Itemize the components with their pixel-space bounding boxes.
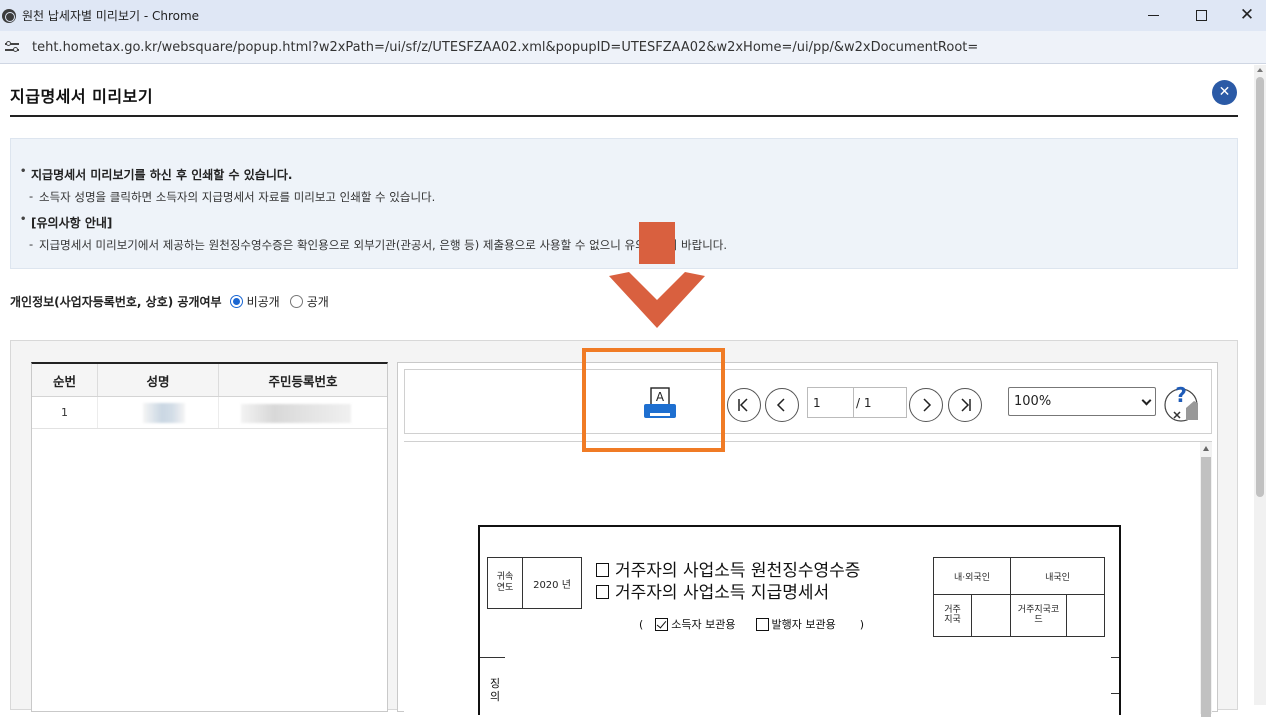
window-titlebar: 원천 납세자별 미리보기 - Chrome ✕: [0, 0, 1266, 31]
year-box: 귀속 연도 2020 년: [487, 557, 582, 609]
notice-heading-1: 지급명세서 미리보기를 하신 후 인쇄할 수 있습니다.: [20, 166, 292, 183]
table-row[interactable]: 1: [32, 397, 387, 429]
paren-close: ): [859, 617, 865, 631]
notice-heading-2: [유의사항 안내]: [20, 214, 112, 231]
form-divider: [1111, 693, 1119, 694]
next-page-icon: [923, 398, 932, 412]
last-page-button[interactable]: [948, 388, 982, 422]
paren-open: (: [639, 617, 644, 631]
help-icon[interactable]: ?: [1164, 386, 1206, 424]
nationality-box: 내·외국인 내국인 거주 지국 거주지국코 드: [933, 557, 1105, 637]
radio-public[interactable]: [289, 295, 303, 308]
prev-page-icon: [776, 398, 785, 412]
year-label: 귀속 연도: [488, 558, 523, 608]
radio-private-label[interactable]: 비공개: [247, 293, 280, 310]
print-highlight-box: [582, 348, 725, 452]
prev-page-button[interactable]: [765, 388, 799, 422]
minimize-button[interactable]: [1130, 0, 1176, 31]
zoom-value: 100%: [1014, 394, 1052, 409]
globe-icon: [2, 8, 16, 23]
chevron-down-icon: [1141, 395, 1152, 406]
document-scrollbar[interactable]: [1200, 442, 1212, 717]
maximize-button[interactable]: [1178, 0, 1224, 31]
list-header: 순번 성명 주민등록번호: [32, 364, 387, 397]
address-bar[interactable]: teht.hometax.go.kr/websquare/popup.html?…: [0, 31, 1266, 64]
copy-type: ( 소득자 보관용 발행자 보관용 ): [639, 616, 864, 632]
residence-label: 거주 지국: [934, 595, 972, 636]
side-label: 징 의: [489, 677, 501, 703]
blurred-rrn: [241, 404, 351, 423]
form-titles: 거주자의 사업소득 원천징수영수증 거주자의 사업소득 지급명세서: [596, 560, 860, 604]
taxpayer-list: 순번 성명 주민등록번호 1: [31, 362, 388, 712]
copy-payer-label: 발행자 보관용: [771, 618, 836, 631]
total-pages: / 1: [856, 395, 872, 410]
col-header-no: 순번: [32, 364, 98, 396]
page-number-field[interactable]: 1 / 1: [807, 387, 907, 418]
title2-checkbox: [596, 585, 609, 599]
form-title-1: 거주자의 사업소득 원천징수영수증: [615, 561, 861, 581]
row-no: 1: [32, 397, 98, 428]
down-arrow-annotation-icon: [609, 222, 705, 328]
window-title: 원천 납세자별 미리보기 - Chrome: [22, 9, 200, 23]
title-divider: [10, 115, 1238, 117]
residence-code-label: 거주지국코 드: [1011, 595, 1067, 636]
url-text[interactable]: teht.hometax.go.kr/websquare/popup.html?…: [32, 40, 978, 55]
site-settings-icon[interactable]: [5, 41, 19, 53]
page-scrollbar[interactable]: [1254, 65, 1266, 705]
blurred-name: [143, 403, 185, 423]
col-header-name: 성명: [98, 364, 219, 396]
first-page-button[interactable]: [727, 388, 761, 422]
radio-private[interactable]: [229, 295, 243, 308]
privacy-label: 개인정보(사업자등록번호, 상호) 공개여부: [10, 295, 222, 309]
copy-payer-checkbox: [755, 617, 769, 631]
next-page-button[interactable]: [909, 388, 943, 422]
copy-income-checkbox: [655, 617, 669, 631]
last-page-icon: [961, 398, 971, 412]
form-divider: [1111, 657, 1119, 658]
form-divider: [480, 657, 505, 658]
viewer-toolbar: A 1 / 1 100% ?: [404, 369, 1212, 434]
receipt-form: 귀속 연도 2020 년 거주자의 사업소득 원천징수영수증 거주자의 사업소득…: [478, 525, 1121, 715]
scroll-up-icon[interactable]: [1203, 446, 1209, 451]
copy-income-label: 소득자 보관용: [671, 618, 736, 631]
nationality-label: 내·외국인: [934, 558, 1011, 595]
residence-value: [972, 595, 1011, 636]
row-rrn: [219, 397, 387, 428]
current-page-input[interactable]: 1: [808, 388, 854, 417]
scroll-up-icon[interactable]: [1257, 68, 1263, 72]
year-value: 2020 년: [533, 579, 571, 591]
notice-detail-1: 소득자 성명을 클릭하면 소득자의 지급명세서 자료를 미리보고 인쇄할 수 있…: [29, 189, 435, 205]
privacy-setting: 개인정보(사업자등록번호, 상호) 공개여부 비공개 공개: [10, 293, 339, 310]
first-page-icon: [738, 398, 748, 412]
popup-close-button[interactable]: ✕: [1212, 80, 1237, 105]
title1-checkbox: [596, 563, 609, 577]
help-glyph: ?: [1175, 386, 1187, 407]
page-title: 지급명세서 미리보기: [10, 87, 154, 106]
col-header-rrn: 주민등록번호: [268, 373, 338, 389]
nationality-value: 내국인: [1045, 573, 1070, 583]
form-title-2: 거주자의 사업소득 지급명세서: [615, 583, 830, 603]
radio-public-label[interactable]: 공개: [307, 293, 329, 310]
window-close-button[interactable]: ✕: [1224, 0, 1266, 31]
zoom-select[interactable]: 100%: [1008, 387, 1156, 416]
row-name[interactable]: [98, 397, 219, 428]
